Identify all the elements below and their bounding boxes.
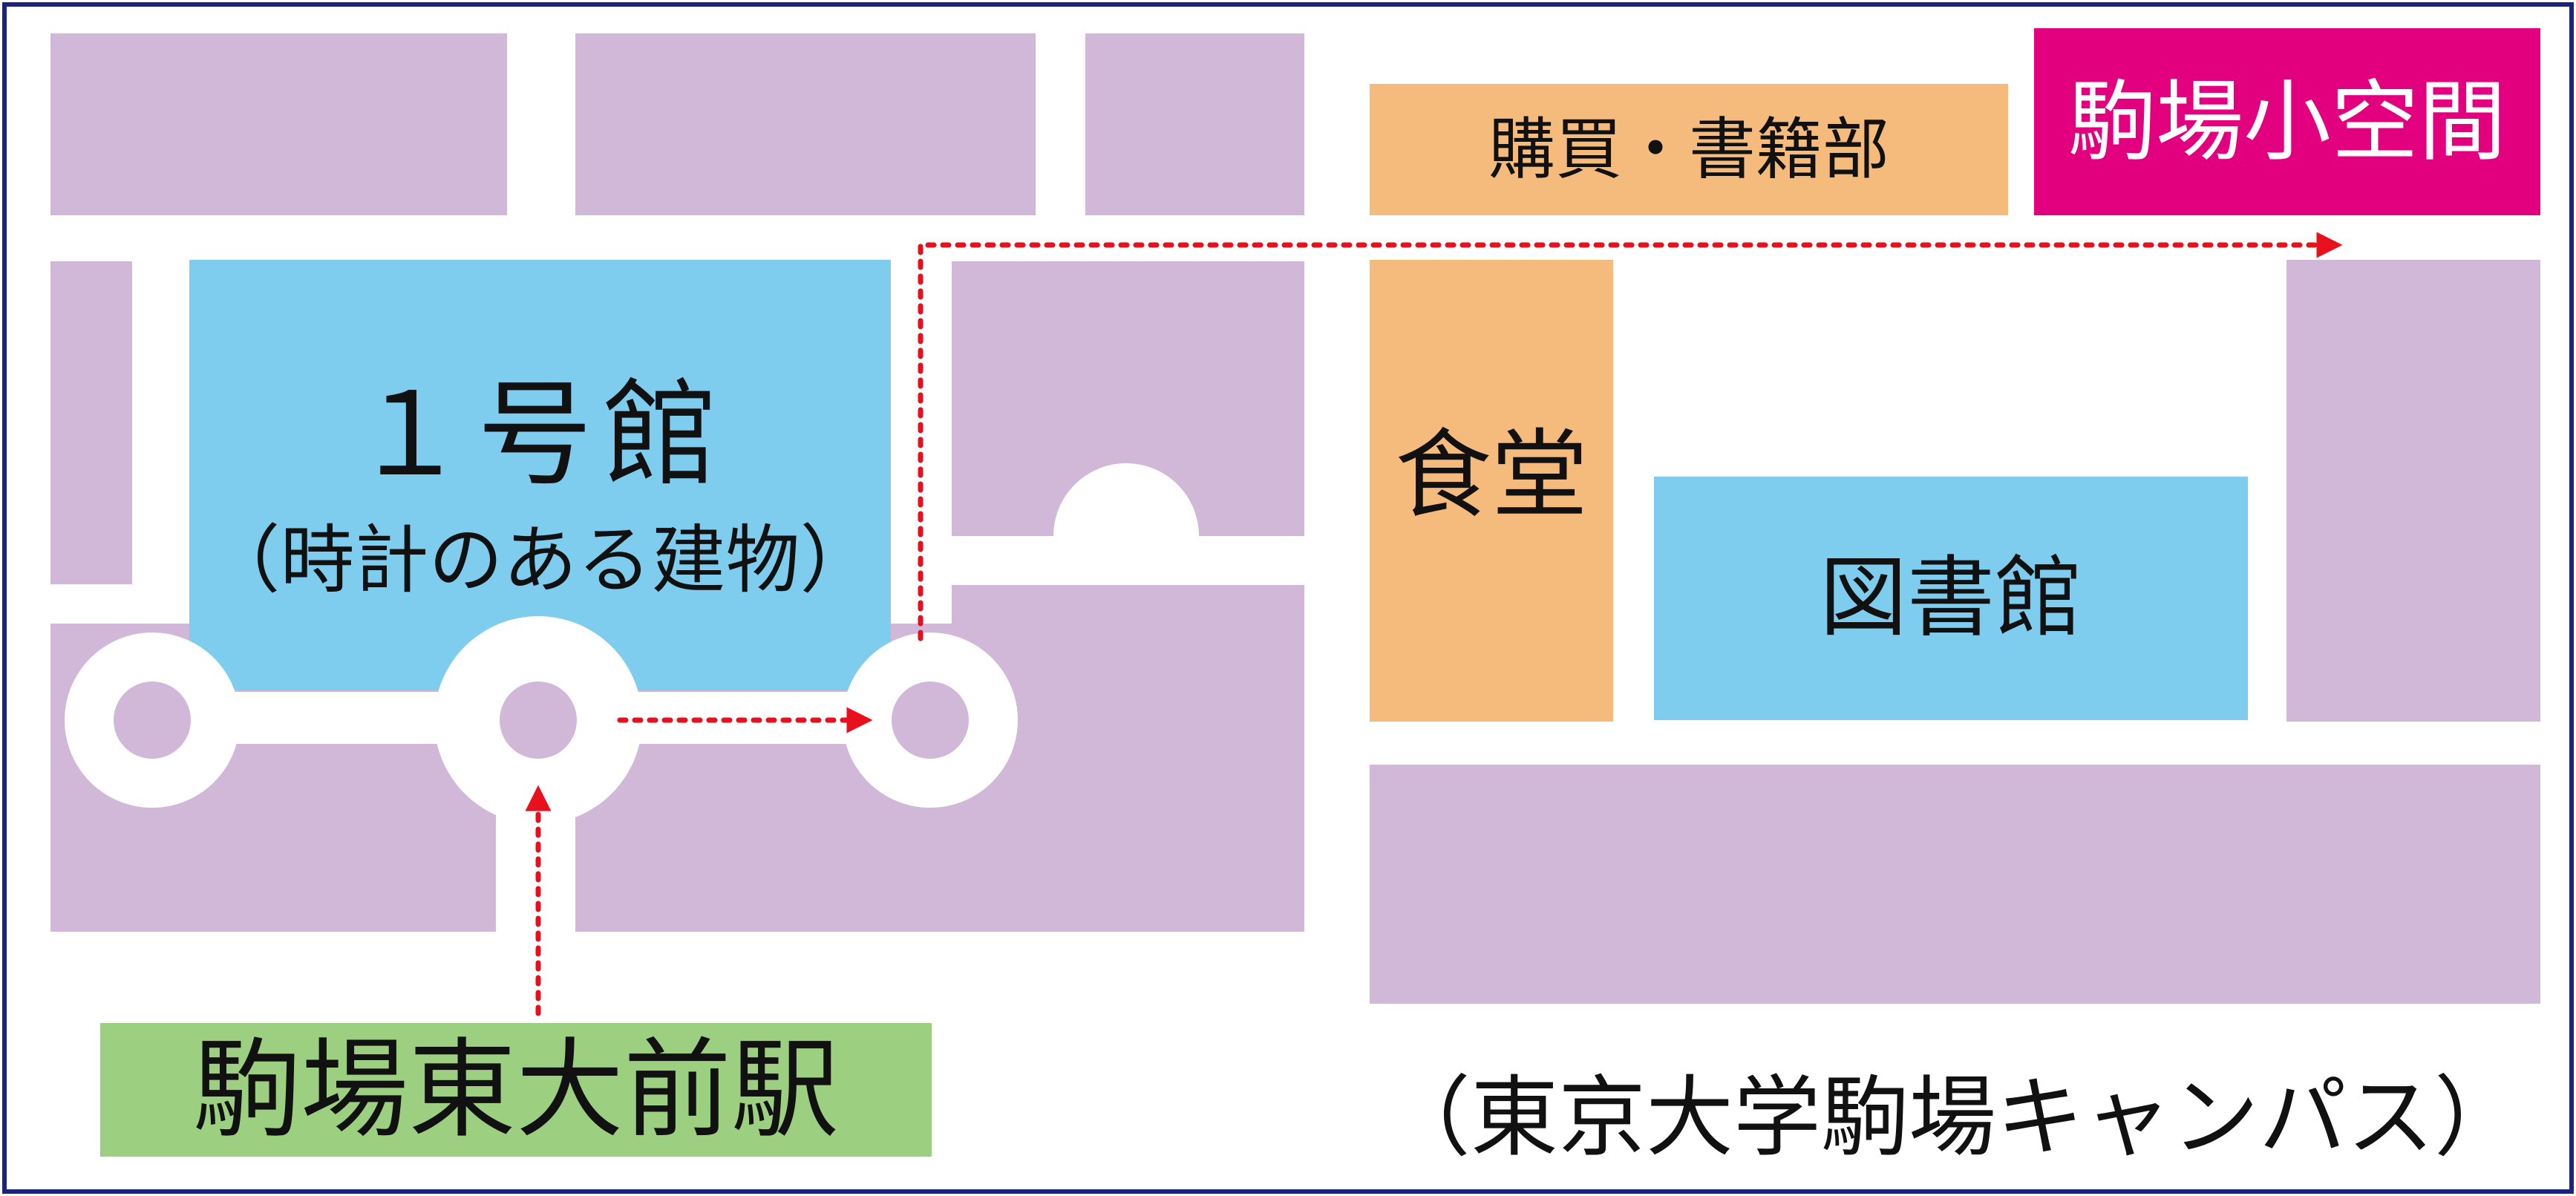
building-1-note: （時計のある建物） [206, 517, 875, 604]
building-top-3 [1085, 33, 1304, 215]
building-right-strip [2286, 260, 2540, 722]
station-label: 駒場東大前駅 [193, 1027, 839, 1153]
destination-label: 駒場小空間 [2067, 71, 2506, 173]
building-top-2 [575, 33, 1036, 215]
campus-caption: （東京大学駒場キャンパス） [1382, 1066, 2522, 1169]
roundabout-right [843, 633, 1018, 808]
library-label: 図書館 [1819, 546, 2082, 649]
building-bottom-right [1370, 765, 2540, 1004]
cafeteria-label: 食堂 [1394, 419, 1588, 532]
building-left-strip [50, 261, 132, 584]
roundabout-center [434, 616, 642, 824]
building-1-name: １号館 [352, 367, 728, 502]
roundabout-left [65, 633, 240, 808]
building-notch [952, 261, 1304, 536]
building-top-1 [50, 33, 507, 215]
shop-label: 購買・書籍部 [1488, 110, 1889, 189]
